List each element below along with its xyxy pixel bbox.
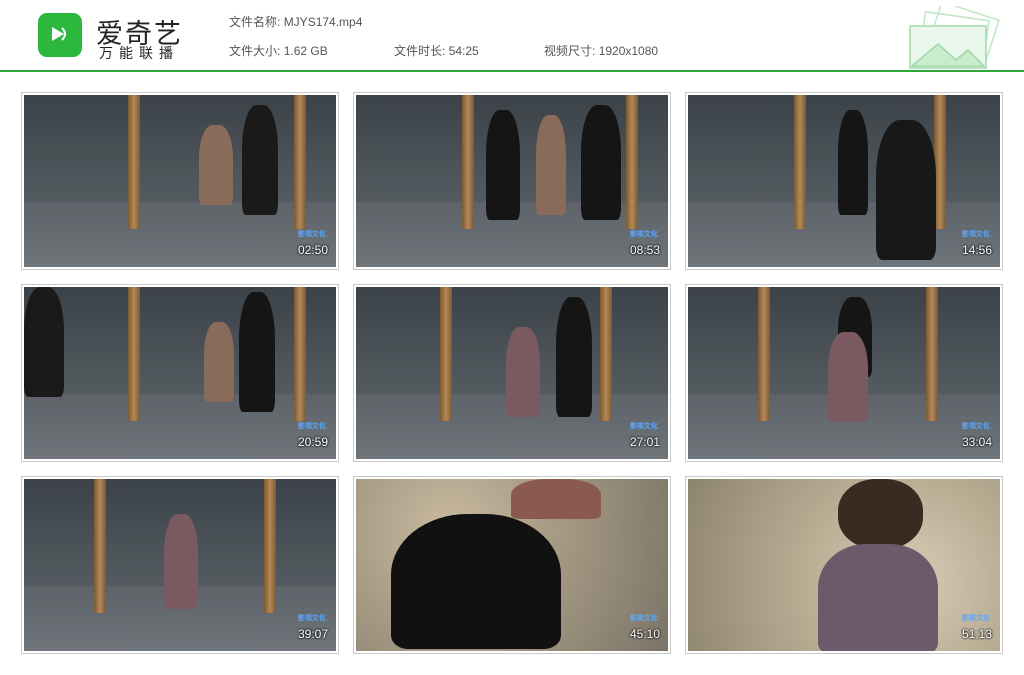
thumbnail-time: 08:53 xyxy=(629,243,660,257)
thumbnail-time: 27:01 xyxy=(629,435,660,449)
picture-decoration-icon xyxy=(909,6,1000,69)
duration-label: 文件时长: xyxy=(394,44,446,58)
resolution-info: 视频尺寸: 1920x1080 xyxy=(544,42,658,59)
thumbnail-9[interactable]: 影视文化 51:13 xyxy=(685,476,1003,654)
thumbnail-1[interactable]: 影视文化 02:50 xyxy=(21,92,339,270)
watermark: 影视文化 xyxy=(962,423,990,430)
thumbnail-2[interactable]: 影视文化 08:53 xyxy=(353,92,671,270)
thumbnail-time: 20:59 xyxy=(297,435,328,449)
duration-info: 文件时长: 54:25 xyxy=(394,42,479,59)
resolution-label: 视频尺寸: xyxy=(544,44,596,58)
filename-label: 文件名称: xyxy=(229,15,281,29)
thumbnail-time: 45:10 xyxy=(629,627,660,641)
watermark: 影视文化 xyxy=(962,231,990,238)
header: 爱奇艺 万能联播 文件名称: MJYS174.mp4 文件大小: 1.62 GB… xyxy=(0,0,1024,70)
header-divider xyxy=(0,70,1024,72)
filesize-info: 文件大小: 1.62 GB xyxy=(229,42,328,59)
filesize-value: 1.62 GB xyxy=(283,44,328,58)
watermark: 影视文化 xyxy=(630,423,658,430)
watermark: 影视文化 xyxy=(630,231,658,238)
thumbnail-3[interactable]: 影视文化 14:56 xyxy=(685,92,1003,270)
watermark: 影视文化 xyxy=(298,423,326,430)
filename-info: 文件名称: MJYS174.mp4 xyxy=(229,13,362,30)
iqiyi-logo-icon xyxy=(38,13,82,57)
resolution-value: 1920x1080 xyxy=(598,44,659,58)
thumbnail-time: 33:04 xyxy=(961,435,992,449)
watermark: 影视文化 xyxy=(630,615,658,622)
thumbnail-5[interactable]: 影视文化 27:01 xyxy=(353,284,671,462)
watermark: 影视文化 xyxy=(298,615,326,622)
thumbnail-time: 14:56 xyxy=(961,243,992,257)
filesize-label: 文件大小: xyxy=(229,44,281,58)
thumbnail-4[interactable]: 影视文化 20:59 xyxy=(21,284,339,462)
brand-tagline: 万能联播 xyxy=(99,46,179,62)
duration-value: 54:25 xyxy=(448,44,479,58)
watermark: 影视文化 xyxy=(298,231,326,238)
watermark: 影视文化 xyxy=(962,615,990,622)
thumbnail-7[interactable]: 影视文化 39:07 xyxy=(21,476,339,654)
thumbnail-time: 51:13 xyxy=(961,627,992,641)
thumbnail-6[interactable]: 影视文化 33:04 xyxy=(685,284,1003,462)
thumbnail-time: 39:07 xyxy=(297,627,328,641)
filename-value: MJYS174.mp4 xyxy=(283,15,363,29)
thumbnail-time: 02:50 xyxy=(297,243,328,257)
thumbnail-8[interactable]: 影视文化 45:10 xyxy=(353,476,671,654)
